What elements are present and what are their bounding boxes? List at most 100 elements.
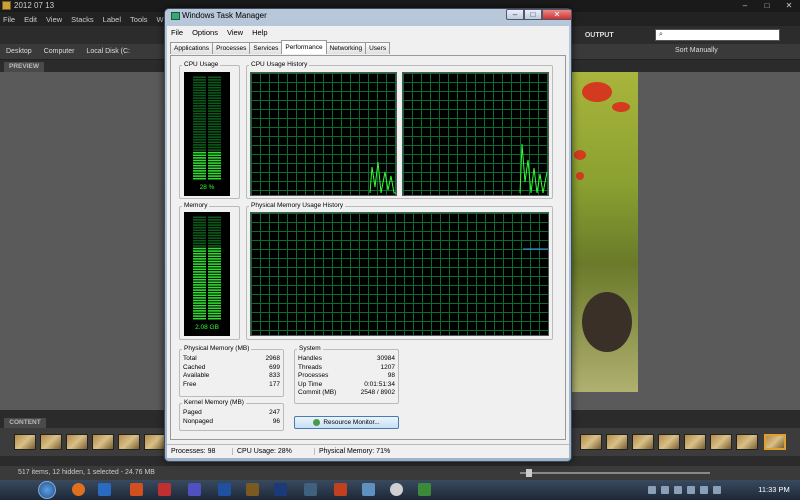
stat-row: Available 833 [183,372,280,380]
tray-icon[interactable] [661,486,669,494]
bg-window-controls: – □ ✕ [734,0,800,12]
preview-panel-tab[interactable]: PREVIEW [4,62,44,72]
minimize-button[interactable]: – [506,9,524,20]
app-icon[interactable] [98,483,111,496]
firefox-icon[interactable] [72,483,85,496]
bg-menu-window[interactable]: W [157,15,164,24]
tab-services[interactable]: Services [249,42,283,54]
content-panel-tab[interactable]: CONTENT [4,418,46,428]
bg-menu-stacks[interactable]: Stacks [71,15,94,24]
bridge-app-icon [2,1,11,10]
app-icon[interactable] [334,483,347,496]
memory-meter-segment [208,234,221,237]
cpu-meter-segment [208,164,221,167]
cpu-meter-segment [208,110,221,112]
minimize-icon[interactable]: – [734,0,756,12]
network-icon[interactable] [700,486,708,494]
app-icon[interactable] [158,483,171,496]
memory-meter-segment [208,273,221,276]
thumbnail[interactable] [658,434,680,450]
cpu-meter-segment [208,175,221,177]
tab-performance[interactable]: Performance [281,40,327,54]
bg-menu-edit[interactable]: Edit [24,15,37,24]
thumbnail[interactable] [580,434,602,450]
thumbnail-selected[interactable] [764,434,786,450]
volume-icon[interactable] [713,486,721,494]
memory-meter-segment [193,224,206,226]
thumbnail[interactable] [118,434,140,450]
menu-view[interactable]: View [227,28,243,37]
thumbnail[interactable] [684,434,706,450]
bg-menu-label[interactable]: Label [103,15,121,24]
menu-file[interactable]: File [171,28,183,37]
app-icon[interactable] [304,483,317,496]
powerpoint-icon[interactable] [130,483,143,496]
thumbnail[interactable] [144,434,166,450]
bridge-icon[interactable] [246,483,259,496]
task-manager-icon[interactable] [418,483,431,496]
path-desktop[interactable]: Desktop [6,48,32,55]
cpu-meter-segment [208,120,221,123]
thumbnail[interactable] [40,434,62,450]
memory-meter-segment [193,229,206,232]
chrome-icon[interactable] [390,483,403,496]
thumbnail-size-slider[interactable] [520,472,710,474]
tab-applications[interactable]: Applications [170,42,214,54]
tray-icon[interactable] [674,486,682,494]
bg-menu-view[interactable]: View [46,15,62,24]
menubar: File Options View Help [167,26,569,39]
slider-handle[interactable] [526,469,532,477]
thumbnail[interactable] [632,434,654,450]
preview-photo [572,72,638,392]
search-input[interactable]: ⌕ [655,29,780,41]
thumbnail[interactable] [736,434,758,450]
thumbnail[interactable] [606,434,628,450]
close-icon[interactable]: ✕ [778,0,800,12]
resource-monitor-button[interactable]: Resource Monitor... [294,416,399,429]
memory-meter-segment [193,291,206,294]
thumbnail[interactable] [66,434,88,450]
memory-meter-segment [193,265,206,268]
tray-icon[interactable] [687,486,695,494]
tab-users[interactable]: Users [365,42,391,54]
cpu-meter-segment [193,151,206,154]
tab-processes[interactable]: Processes [212,42,251,54]
bg-menu-file[interactable]: File [3,15,15,24]
menu-options[interactable]: Options [192,28,218,37]
close-button[interactable]: ✕ [542,9,572,20]
menu-help[interactable]: Help [252,28,267,37]
cpu-meter-segment [208,128,221,131]
app-icon[interactable] [362,483,375,496]
maximize-icon[interactable]: □ [756,0,778,12]
cpu-meter-segment [208,76,221,79]
thumbnail[interactable] [710,434,732,450]
word-icon[interactable] [218,483,231,496]
visio-icon[interactable] [188,483,201,496]
path-computer[interactable]: Computer [44,48,75,55]
cpu-meter-segment [193,110,206,112]
stat-row: Commit (MB) 2548 / 8902 [298,389,395,397]
start-button[interactable] [38,481,56,499]
thumbnail[interactable] [14,434,36,450]
tab-networking[interactable]: Networking [325,42,367,54]
bg-menu-tools[interactable]: Tools [130,15,148,24]
maximize-button[interactable]: □ [524,9,542,20]
cpu-meter-segment [208,92,221,94]
cpu-meter-segment [208,115,221,118]
cpu-meter-segment [193,123,206,125]
memory-meter-segment [208,294,221,297]
memory-meter-segment [208,312,221,315]
memory-meter-segment [208,255,221,258]
thumbnail[interactable] [92,434,114,450]
memory-meter-segment [193,271,206,273]
photoshop-icon[interactable] [274,483,287,496]
memory-meter-segment [193,245,206,247]
workspace-output[interactable]: OUTPUT [585,32,614,39]
clock[interactable]: 11:33 PM [752,480,796,500]
path-local-disk[interactable]: Local Disk (C: [86,48,130,55]
stat-row: Paged 247 [183,409,280,416]
tray-icon[interactable] [648,486,656,494]
cpu-meter-segment [193,102,206,105]
sort-menu[interactable]: Sort Manually [675,47,718,54]
memory-meter-segment [208,291,221,294]
